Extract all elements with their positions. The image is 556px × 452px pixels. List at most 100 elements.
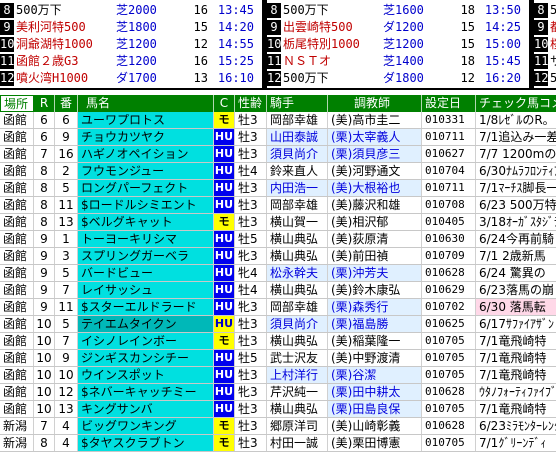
race-row[interactable]: 8500万: [534, 3, 556, 18]
trainer-cell: (美)稲葉隆一: [328, 333, 422, 349]
table-row[interactable]: 函館 9 3 スプリングガーベラ HU 牝3 横山典弘 (美)前田禎 010709 7/1 2歳新…: [0, 248, 556, 265]
race-cell: 10: [34, 401, 55, 417]
race-number: 8: [0, 3, 14, 18]
number-cell: 4: [55, 435, 78, 451]
mark-cell: HU: [214, 282, 235, 298]
column-header-date[interactable]: 設定日: [422, 95, 476, 112]
table-row[interactable]: 函館 10 5 テイエムタイクン HU 牡3 須貝尚介 (栗)福島勝 010625 6/17ｻﾌｧ…: [0, 316, 556, 333]
race-number: 12: [267, 71, 282, 86]
column-header-jockey[interactable]: 騎手: [267, 95, 328, 112]
table-row[interactable]: 函館 6 6 ユーワプロトスモ牡3 岡部幸雄 (美)高市圭二 010331 1/8ﾚｾﾞﾙのR…: [0, 112, 556, 129]
table-row[interactable]: 函館 9 11 $スターエルドラード HU 牝3 岡部幸雄 (栗)森秀行 010702 6/30 …: [0, 299, 556, 316]
race-runners: 12: [193, 37, 208, 51]
jockey-cell: 松永幹夫: [267, 265, 328, 281]
race-row[interactable]: 8 500万下 芝1600 18 13:50: [267, 3, 521, 18]
jockey-cell: 横山典弘: [267, 231, 328, 247]
table-row[interactable]: 函館 10 12 $ネバーキャッチミー HU 牝3 芹沢純一 (栗)田中耕太 010628 ｳﾀﾉ…: [0, 384, 556, 401]
column-header-comment[interactable]: チェック馬コメ: [476, 95, 556, 112]
race-row[interactable]: 10 洞爺湖特1000 芝1200 12 14:55: [0, 37, 254, 52]
race-number: 10: [534, 37, 549, 52]
place-cell: 函館: [0, 316, 34, 332]
race-row[interactable]: 12500: [534, 71, 556, 86]
place-cell: 函館: [0, 333, 34, 349]
number-cell: 5: [55, 265, 78, 281]
trainer-cell: (栗)福島勝: [328, 316, 422, 332]
column-header-mark[interactable]: C: [214, 95, 235, 112]
comment-cell: 6/30 落馬転: [476, 299, 556, 315]
column-header-place[interactable]: 場所: [0, 95, 34, 112]
place-cell: 函館: [0, 146, 34, 162]
table-row[interactable]: 函館 10 13 キングサンバ HU 牡3 横山典弘 (栗)田島良保 010705 7/1竜飛崎特: [0, 401, 556, 418]
race-row[interactable]: 10桜島: [534, 37, 556, 52]
race-course: 芝1200: [116, 54, 157, 68]
race-row[interactable]: 9 出雲崎特500 ダ1200 15 14:25: [267, 20, 521, 35]
table-row[interactable]: 函館 7 16 ハギノオペイション HU 牡3 須貝尚介 (栗)須貝彦三 010627 7/7 1…: [0, 146, 556, 163]
jockey-cell: 鈴来直人: [267, 163, 328, 179]
column-header-number[interactable]: 番: [55, 95, 78, 112]
race-time: 14:25: [484, 20, 521, 34]
jockey-cell: 横山典弘: [267, 333, 328, 349]
number-cell: 6: [55, 112, 78, 128]
table-row[interactable]: 函館 8 13 $ベルグキャットモ牡3 横山賀一 (美)相沢郁 010405 3/18ｵｰｶﾞ…: [0, 214, 556, 231]
race-name: 500万下: [283, 71, 329, 85]
race-row[interactable]: 9都井: [534, 20, 556, 35]
table-row[interactable]: 新潟 7 4 ビッグワンキングモ牡3 郷原洋司 (美)山崎彰義 010628 6/23ﾐﾗﾓﾝ…: [0, 418, 556, 435]
number-cell: 11: [55, 299, 78, 315]
trainer-cell: (美)高市圭二: [328, 112, 422, 128]
race-row[interactable]: 11サマ: [534, 54, 556, 69]
table-row[interactable]: 函館 9 7 レイサッシュ HU 牡4 横山典弘 (美)鈴木康弘 010629 6/23落馬の崩: [0, 282, 556, 299]
date-cell: 010630: [422, 231, 476, 247]
race-row[interactable]: 9 美利河特500 芝1800 15 14:20: [0, 20, 254, 35]
race-panel-third: 8500万 9都井 10桜島 11サマ 12500: [534, 0, 556, 88]
table-row[interactable]: 函館 10 10 ウインスポット HU 牡3 上村洋行 (栗)谷潔 010705 7/1竜飛崎特: [0, 367, 556, 384]
race-name: 500万下: [16, 3, 62, 17]
jockey-cell: 郷原洋司: [267, 418, 328, 434]
race-row[interactable]: 10 栃尾特別1000 芝1200 15 15:00: [267, 37, 521, 52]
mark-cell: モ: [214, 418, 235, 434]
mark-cell: HU: [214, 401, 235, 417]
place-cell: 函館: [0, 112, 34, 128]
table-row[interactable]: 函館 8 11 $ロードルシミエント HU 牡3 岡部幸雄 (美)藤沢和雄 010708 6/23…: [0, 197, 556, 214]
jockey-cell: 岡部幸雄: [267, 197, 328, 213]
race-runners: 18: [460, 54, 475, 68]
date-cell: 010405: [422, 214, 476, 230]
race-name: 函館２歳G3: [16, 54, 79, 68]
race-row[interactable]: 8 500万下 芝2000 16 13:45: [0, 3, 254, 18]
sex-age-cell: 牡3: [235, 333, 267, 349]
table-row[interactable]: 函館 9 5 バードビュー HU 牝4 松永幹夫 (栗)沖芳夫 010628 6/24 驚異の: [0, 265, 556, 282]
mark-cell: HU: [214, 197, 235, 213]
number-cell: 5: [55, 316, 78, 332]
race-runners: 16: [193, 54, 208, 68]
column-header-sex-age[interactable]: 性齢: [235, 95, 267, 112]
race-time: 13:50: [484, 3, 521, 17]
table-row[interactable]: 函館 8 5 ロングパーフェクト HU 牡3 内田浩一 (美)大根裕也 010711 7/1ﾏｰﾁ…: [0, 180, 556, 197]
date-cell: 010628: [422, 418, 476, 434]
table-row[interactable]: 函館 8 2 フウモンジュー HU 牡4 鈴来直人 (美)河野通文 010704 6/30ﾅﾑﾗﾌ…: [0, 163, 556, 180]
jockey-cell: 芹沢純一: [267, 384, 328, 400]
race-row[interactable]: 12 500万下 ダ1800 12 16:20: [267, 71, 521, 86]
race-row[interactable]: 11 函館２歳G3 芝1200 16 15:25: [0, 54, 254, 69]
mark-cell: モ: [214, 112, 235, 128]
race-row[interactable]: 12 噴火湾H1000 ダ1700 13 16:10: [0, 71, 254, 86]
table-row[interactable]: 函館 6 9 チョウカツヤク HU 牡3 山田泰誠 (栗)太宰義人 010711 7/1追込み一差: [0, 129, 556, 146]
place-cell: 函館: [0, 350, 34, 366]
column-header-horse-name[interactable]: 馬名: [78, 95, 214, 112]
comment-cell: ｳﾀﾉﾌｫｰﾃｨﾌｧｲﾌﾞ: [479, 385, 556, 399]
jockey-cell: 村田一誠: [267, 435, 328, 451]
table-row[interactable]: 函館 10 9 ジンギスカンシチー HU 牡5 武士沢友 (美)中野渡清 010705 7/1竜飛…: [0, 350, 556, 367]
column-header-trainer[interactable]: 調教師: [328, 95, 422, 112]
table-row[interactable]: 函館 10 7 イシノレインボーモ牡3 横山典弘 (美)稲葉隆一 010705 7/1竜飛崎特: [0, 333, 556, 350]
sex-age-cell: 牡5: [235, 231, 267, 247]
race-name: 500: [550, 71, 556, 85]
table-row[interactable]: 函館 9 1 トーヨーキリシマ HU 牡5 横山典弘 (美)荻原清 010630 6/24今再前騎: [0, 231, 556, 248]
jockey-cell: 横山典弘: [267, 282, 328, 298]
race-row[interactable]: 11 ＮＳＴオ 芝1400 18 15:45: [267, 54, 521, 69]
column-header-race[interactable]: R: [34, 95, 55, 112]
race-number: 9: [0, 20, 14, 35]
jockey-cell: 須貝尚介: [267, 316, 328, 332]
race-time: 15:25: [217, 54, 254, 68]
date-cell: 010705: [422, 401, 476, 417]
table-row[interactable]: 新潟 8 4 $タヤスクラブトンモ牡3 村田一誠 (美)栗田博憲 010705 7/1ｸﾞﾘｰ…: [0, 435, 556, 452]
sex-age-cell: 牡3: [235, 367, 267, 383]
comment-cell: 6/23 500万特別: [479, 198, 556, 212]
